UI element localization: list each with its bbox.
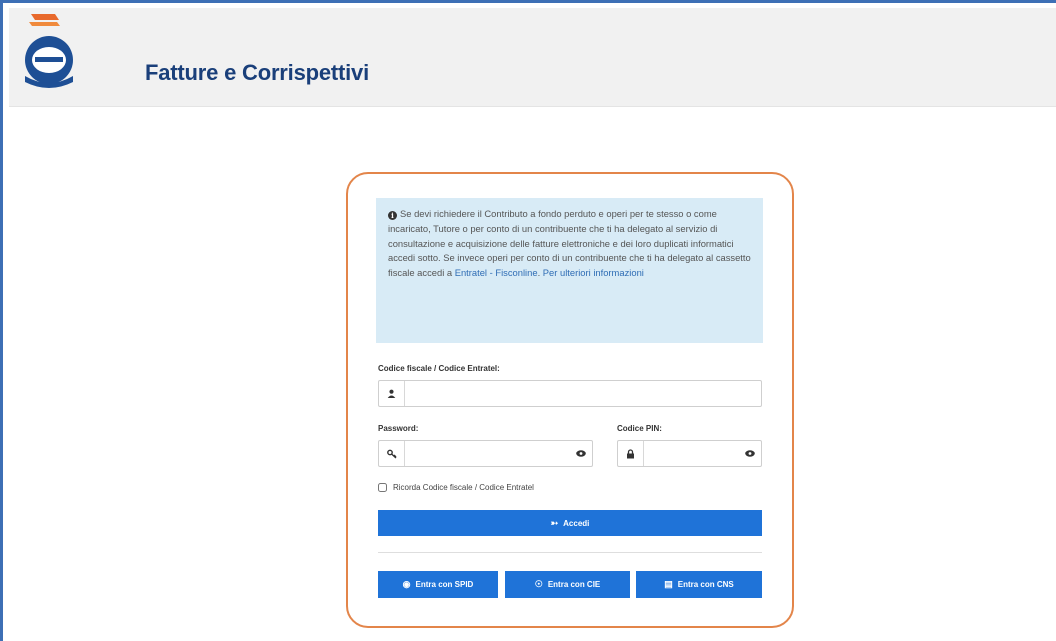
spid-label: Entra con SPID [415, 580, 474, 589]
cie-card-icon: ☉ [534, 579, 543, 589]
more-info-link[interactable]: Per ulteriori informazioni [543, 267, 644, 278]
cie-login-button[interactable]: ☉ Entra con CIE [505, 571, 630, 598]
password-field [378, 440, 593, 467]
spid-user-icon: ◉ [402, 579, 411, 589]
codice-fiscale-label: Codice fiscale / Codice Entratel: [378, 364, 500, 373]
show-pin-eye-icon[interactable] [739, 441, 761, 466]
remember-checkbox[interactable] [378, 483, 387, 492]
remember-label: Ricorda Codice fiscale / Codice Entratel [393, 483, 534, 492]
cns-label: Entra con CNS [677, 580, 734, 589]
divider [378, 552, 762, 553]
lock-icon [618, 441, 644, 466]
pin-field [617, 440, 762, 467]
accedi-button[interactable]: ➳ Accedi [378, 510, 762, 536]
user-icon [379, 381, 405, 406]
accedi-label: Accedi [563, 518, 590, 528]
key-icon [379, 441, 405, 466]
pin-input[interactable] [644, 441, 739, 466]
password-label: Password: [378, 424, 419, 433]
remember-option[interactable]: Ricorda Codice fiscale / Codice Entratel [378, 483, 534, 492]
login-icon: ➳ [550, 517, 559, 528]
agenzia-entrate-logo-icon [25, 14, 73, 88]
header-bar: Fatture e Corrispettivi [9, 8, 1056, 107]
password-input[interactable] [405, 441, 570, 466]
entratel-fisconline-link[interactable]: Entratel - Fisconline [455, 267, 538, 278]
info-alert: i Se devi richiedere il Contributo a fond… [376, 198, 763, 343]
codice-fiscale-field [378, 380, 762, 407]
pin-label: Codice PIN: [617, 424, 662, 433]
codice-fiscale-input[interactable] [405, 381, 761, 406]
show-password-eye-icon[interactable] [570, 441, 592, 466]
cns-login-button[interactable]: ▤ Entra con CNS [636, 571, 762, 598]
app-title: Fatture e Corrispettivi [145, 60, 370, 85]
spid-login-button[interactable]: ◉ Entra con SPID [378, 571, 498, 598]
cie-label: Entra con CIE [547, 580, 601, 589]
cns-card-icon: ▤ [664, 579, 673, 589]
info-circle-icon: i [388, 211, 397, 220]
